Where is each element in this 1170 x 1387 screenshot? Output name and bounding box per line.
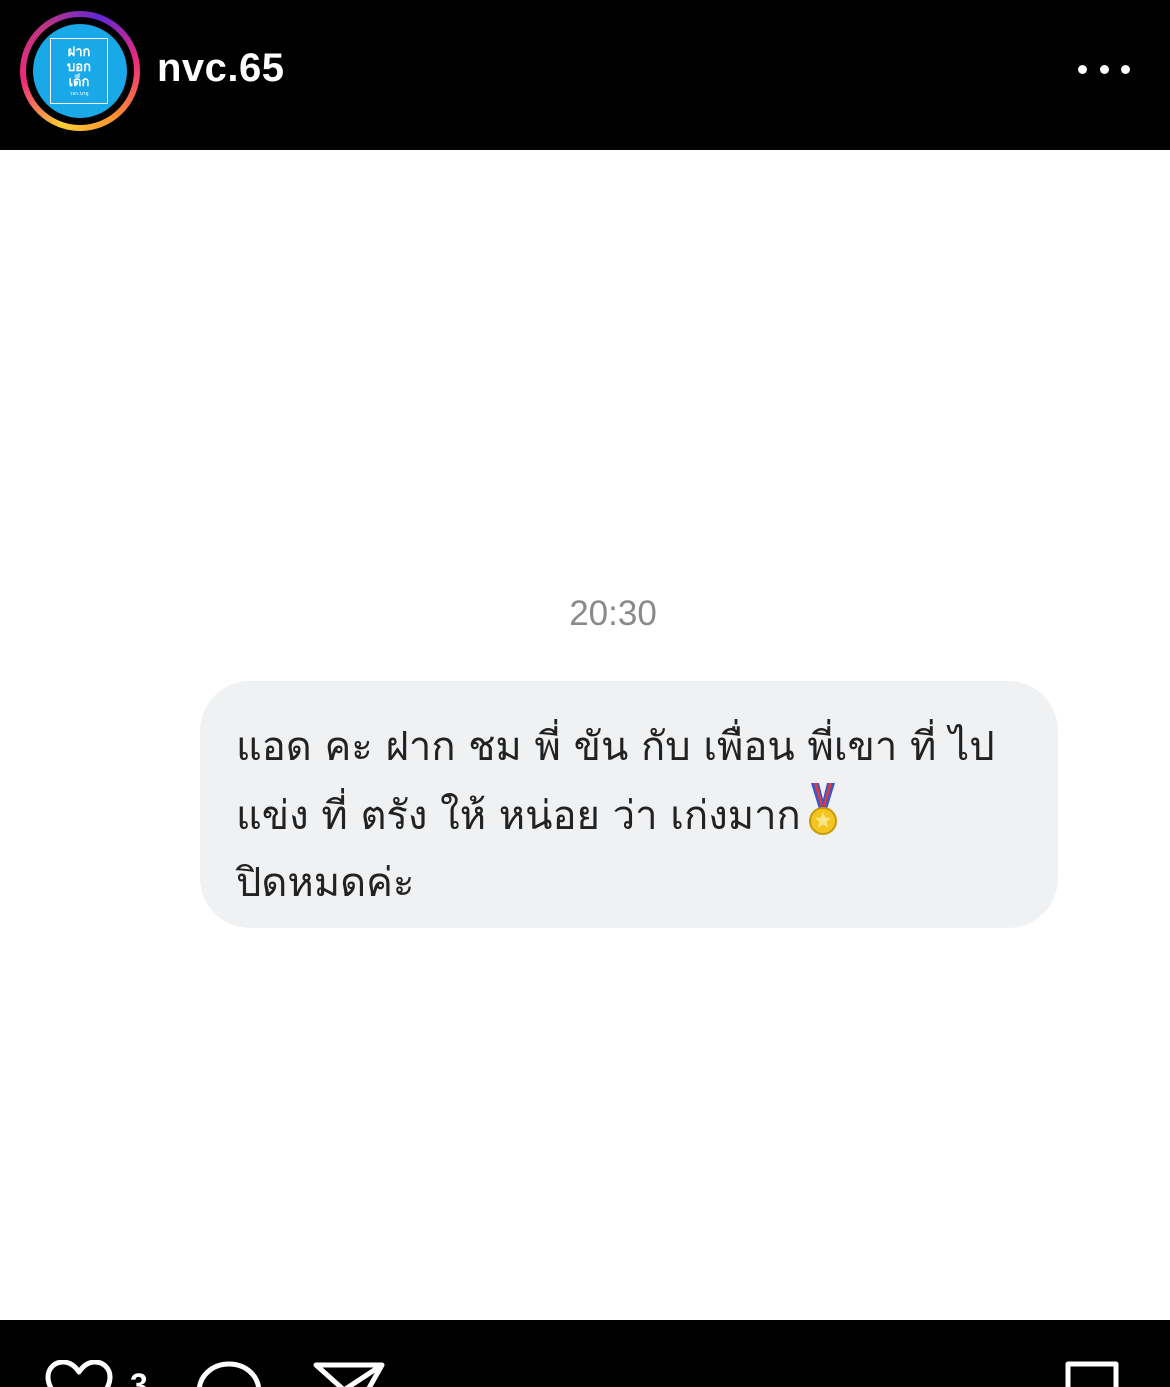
avatar-logo-line-1: ฝาก — [67, 44, 91, 60]
like-count: 3 — [130, 1367, 148, 1387]
medal-icon — [808, 783, 837, 835]
like-heart-icon[interactable] — [44, 1360, 114, 1387]
post-image[interactable]: 20:30 แอด คะ ฝาก ชม พี่ ขัน กับ เพื่อน พ… — [0, 150, 1170, 1320]
message-timestamp: 20:30 — [569, 594, 657, 633]
message-text: แอด คะ ฝาก ชม พี่ ขัน กับ เพื่อน พี่เขา … — [236, 714, 1028, 917]
avatar-logo-line-2: บอก — [67, 59, 91, 75]
message-end: ปิดหมดค่ะ — [236, 860, 415, 906]
avatar[interactable]: ฝาก บอก เด็ก วจก.นรฐ — [33, 24, 127, 118]
message-body: แอด คะ ฝาก ชม พี่ ขัน กับ เพื่อน พี่เขา … — [236, 724, 995, 839]
avatar-logo-line-3: เด็ก — [68, 74, 90, 90]
avatar-logo: ฝาก บอก เด็ก วจก.นรฐ — [50, 38, 108, 104]
story-ring[interactable]: ฝาก บอก เด็ก วจก.นรฐ — [20, 11, 140, 131]
more-options-icon[interactable] — [1078, 58, 1130, 80]
message-bubble: แอด คะ ฝาก ชม พี่ ขัน กับ เพื่อน พี่เขา … — [200, 681, 1058, 928]
save-bookmark-icon[interactable] — [1063, 1360, 1121, 1387]
action-bar: 3 — [0, 1320, 1170, 1387]
post-header: ฝาก บอก เด็ก วจก.นรฐ nvc.65 — [0, 0, 1170, 150]
avatar-logo-caption: วจก.นรฐ — [69, 90, 89, 97]
share-send-icon[interactable] — [313, 1362, 385, 1387]
username[interactable]: nvc.65 — [157, 44, 285, 92]
comment-icon[interactable] — [194, 1360, 264, 1387]
